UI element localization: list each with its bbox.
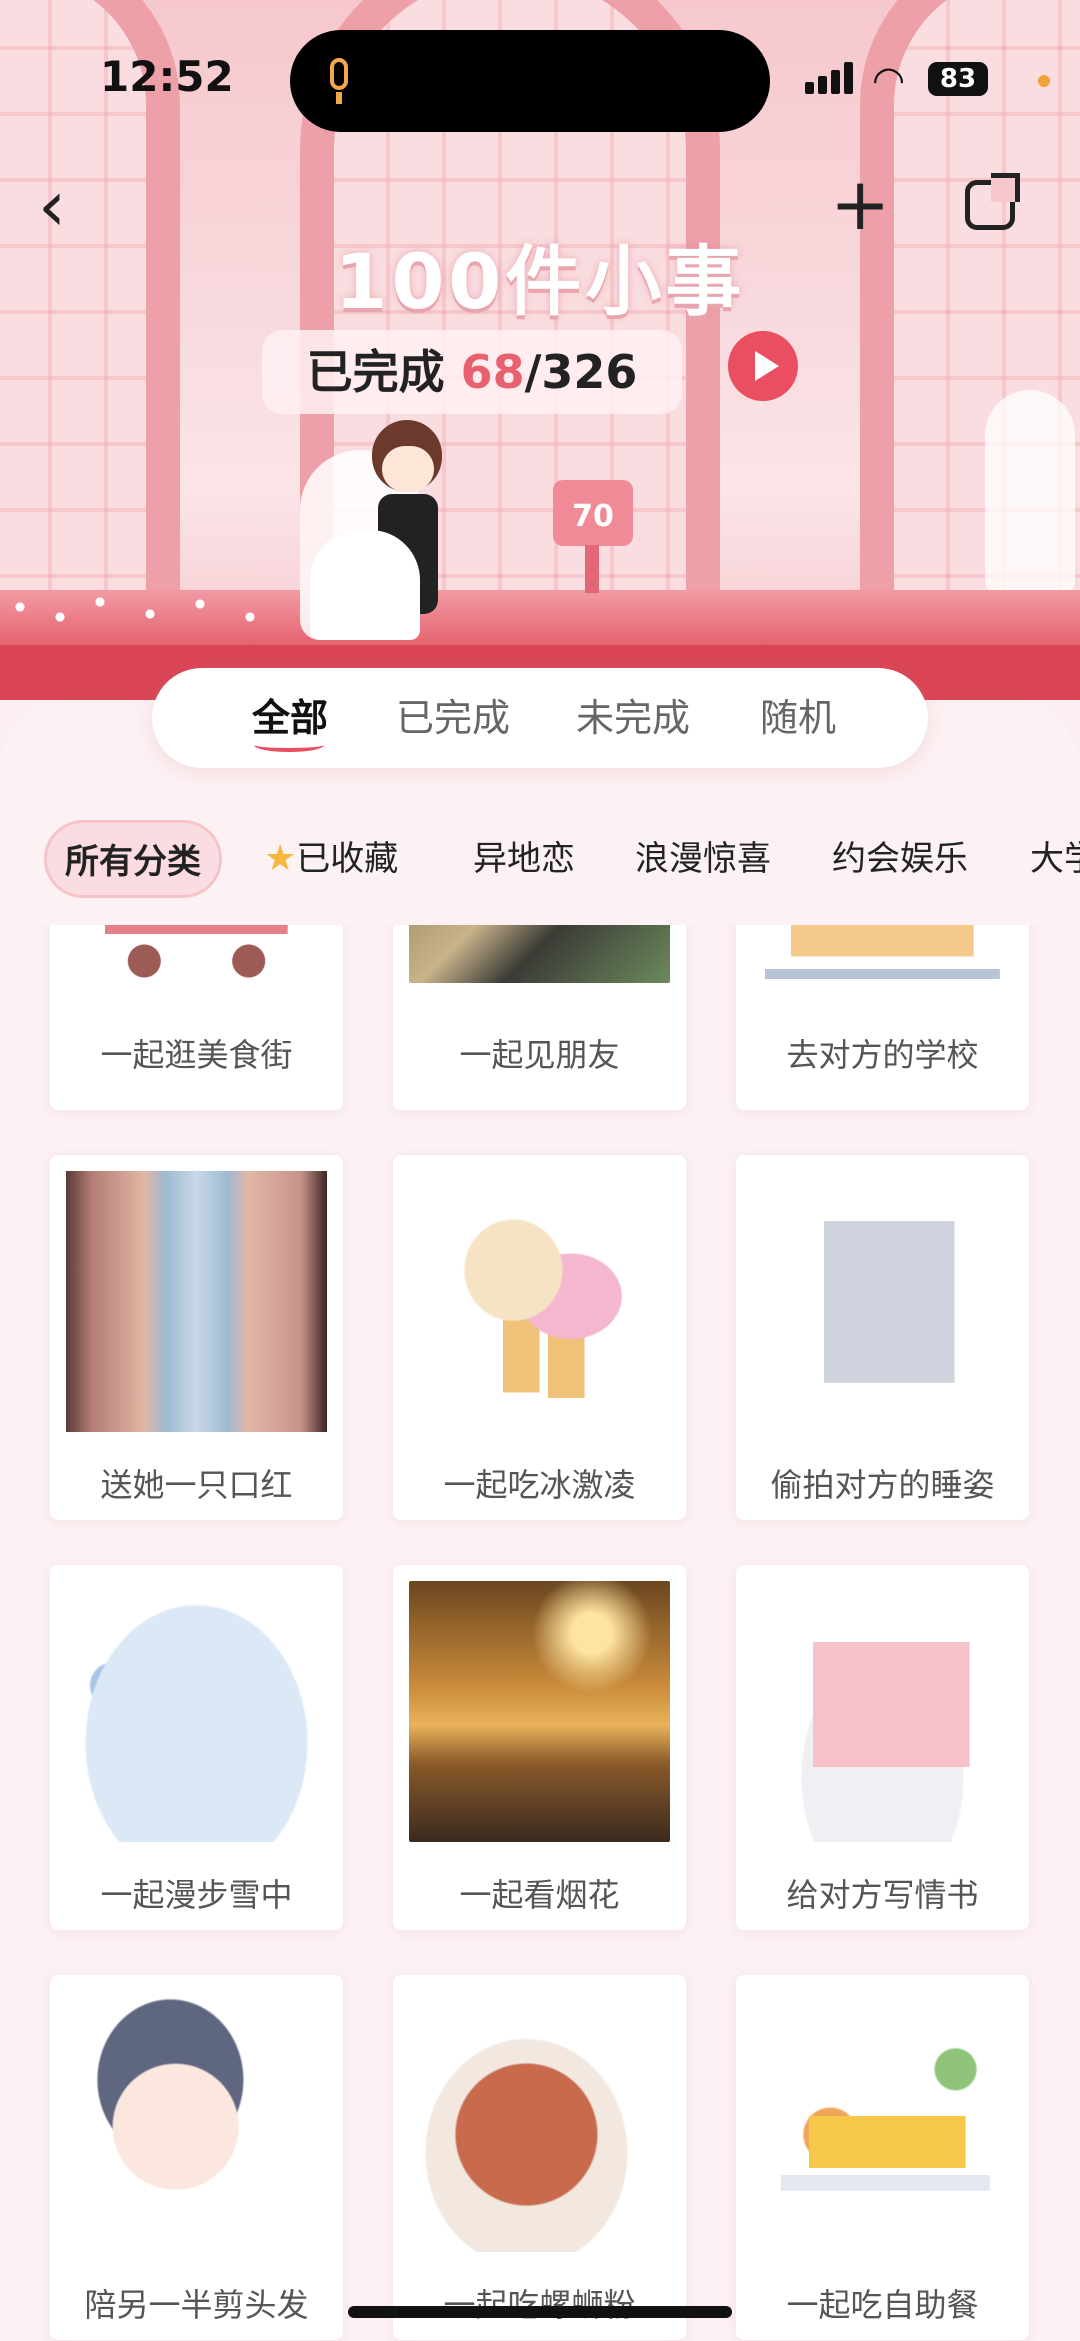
task-card-label: 一起漫步雪中	[100, 1876, 293, 1914]
dynamic-island	[290, 30, 770, 132]
progress-done: 68	[460, 345, 525, 399]
chip-favorites-label: 已收藏	[296, 839, 399, 879]
haircut-illustration	[66, 1991, 327, 2252]
milestone-sign-post	[585, 545, 599, 593]
sleeping-illustration	[752, 1171, 1013, 1432]
task-card[interactable]: 送她一只口红	[50, 1155, 343, 1520]
active-tab-indicator	[254, 738, 324, 752]
task-card[interactable]: 陪另一半剪头发	[50, 1975, 343, 2340]
task-card-label: 一起吃螺蛳粉	[443, 2286, 636, 2324]
love-letter-illustration	[752, 1581, 1013, 1842]
task-card[interactable]: 一起吃螺蛳粉	[393, 1975, 686, 2340]
progress-total: /326	[524, 345, 638, 399]
task-card-label: 去对方的学校	[786, 1036, 979, 1074]
status-bar: 12:52 ◠ 83	[0, 0, 1080, 160]
page-title: 100件小事	[334, 237, 746, 326]
category-chips: 所有分类 ★已收藏 异地恋 浪漫惊喜 约会娱乐 大学	[0, 820, 1080, 900]
food-photo	[409, 925, 670, 983]
ice-cream-illustration	[409, 1171, 670, 1432]
task-card[interactable]: 一起看烟花	[393, 1565, 686, 1930]
task-card-label: 偷拍对方的睡姿	[770, 1466, 995, 1504]
chip-long-distance[interactable]: 异地恋	[473, 820, 575, 898]
chip-romantic-surprise[interactable]: 浪漫惊喜	[635, 820, 771, 898]
task-card[interactable]: 去对方的学校	[736, 925, 1029, 1110]
battery-indicator: 83	[928, 62, 988, 96]
progress-prefix: 已完成	[306, 345, 461, 399]
tab-random[interactable]: 随机	[760, 668, 836, 768]
task-card[interactable]: 一起吃冰激凌	[393, 1155, 686, 1520]
buffet-illustration	[752, 1991, 1013, 2252]
task-card-label: 一起吃冰激凌	[443, 1466, 636, 1504]
task-card-label: 一起看烟花	[459, 1876, 620, 1914]
chip-all-categories[interactable]: 所有分类	[44, 820, 222, 898]
task-card[interactable]: 一起吃自助餐	[736, 1975, 1029, 2340]
task-card[interactable]: 一起逛美食街	[50, 925, 343, 1110]
home-indicator[interactable]	[348, 2306, 732, 2318]
privacy-indicator-dot	[1038, 75, 1050, 87]
task-card[interactable]: 给对方写情书	[736, 1565, 1029, 1930]
microphone-icon-stem	[336, 92, 342, 104]
chip-date-entertainment[interactable]: 约会娱乐	[832, 820, 968, 898]
snow-illustration	[66, 1581, 327, 1842]
milestone-sign: 70	[553, 480, 633, 546]
tab-all[interactable]: 全部	[252, 668, 328, 768]
chip-favorites[interactable]: ★已收藏	[264, 820, 398, 898]
task-card-label: 一起吃自助餐	[786, 2286, 979, 2324]
task-card-label: 给对方写情书	[786, 1876, 979, 1914]
star-icon: ★	[264, 838, 297, 879]
task-card[interactable]: 一起见朋友	[393, 925, 686, 1110]
wedding-couple-illustration	[300, 420, 450, 640]
filter-tabs: 全部 已完成 未完成 随机	[152, 668, 928, 768]
task-card-label: 一起逛美食街	[100, 1036, 293, 1074]
chip-college[interactable]: 大学	[1030, 820, 1080, 898]
school-illustration	[752, 925, 1013, 995]
status-time: 12:52	[100, 52, 234, 101]
wifi-icon: ◠	[872, 58, 906, 102]
microphone-icon	[330, 58, 348, 90]
progress-counter: 已完成 68/326	[262, 330, 682, 414]
task-card[interactable]: 偷拍对方的睡姿	[736, 1155, 1029, 1520]
task-card-label: 陪另一半剪头发	[84, 2286, 309, 2324]
tab-completed[interactable]: 已完成	[396, 668, 510, 768]
petals-decoration	[0, 592, 300, 632]
noodles-illustration	[409, 1991, 670, 2252]
lipstick-photo	[66, 1171, 327, 1432]
dress-mannequin-illustration	[985, 390, 1075, 590]
fireworks-photo	[409, 1581, 670, 1842]
task-card-label: 一起见朋友	[459, 1036, 620, 1074]
food-cart-illustration	[66, 925, 327, 995]
tab-uncompleted[interactable]: 未完成	[576, 668, 690, 768]
task-card-label: 送她一只口红	[100, 1466, 293, 1504]
task-grid: 一起逛美食街 一起见朋友 去对方的学校 送她一只口红 一起吃冰激凌 偷拍对方的睡…	[0, 925, 1080, 2341]
play-icon[interactable]	[728, 331, 798, 401]
task-card[interactable]: 一起漫步雪中	[50, 1565, 343, 1930]
